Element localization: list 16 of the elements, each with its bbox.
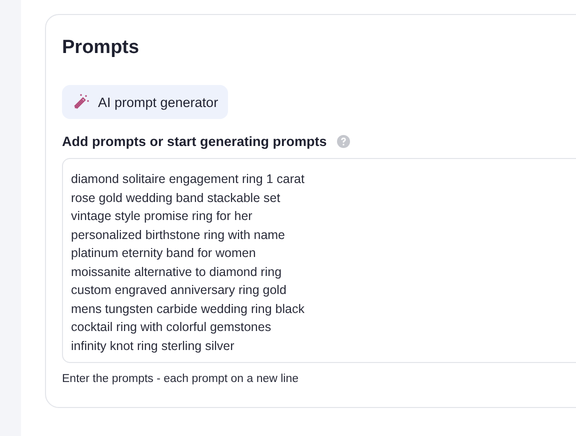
field-label: Add prompts or start generating prompts [62, 134, 327, 149]
prompts-field[interactable] [62, 158, 576, 363]
prompt-line: infinity knot ring sterling silver [71, 338, 236, 355]
prompt-line: mens tungsten carbide wedding ring black [71, 300, 306, 318]
prompt-line: rose gold wedding band stackable set [71, 190, 282, 207]
field-hint: Enter the prompts - each prompt on a new line [62, 373, 300, 385]
ai-prompt-generator-button[interactable]: AI prompt generator [62, 85, 228, 119]
prompt-line: diamond solitaire engagement ring 1 carat [71, 171, 306, 188]
prompt-line: moissanite alternative to diamond ring [71, 264, 283, 281]
card-title: Prompts [62, 36, 140, 60]
prompt-line: personalized birthstone ring with name [71, 226, 286, 244]
prompt-line: custom engraved anniversary ring gold [71, 282, 288, 299]
prompt-line: cocktail ring with colorful gemstones [71, 319, 272, 336]
magic-wand-icon [72, 93, 90, 111]
prompt-line: platinum eternity band for women [71, 245, 257, 262]
prompt-line: vintage style promise ring for her [71, 208, 254, 225]
